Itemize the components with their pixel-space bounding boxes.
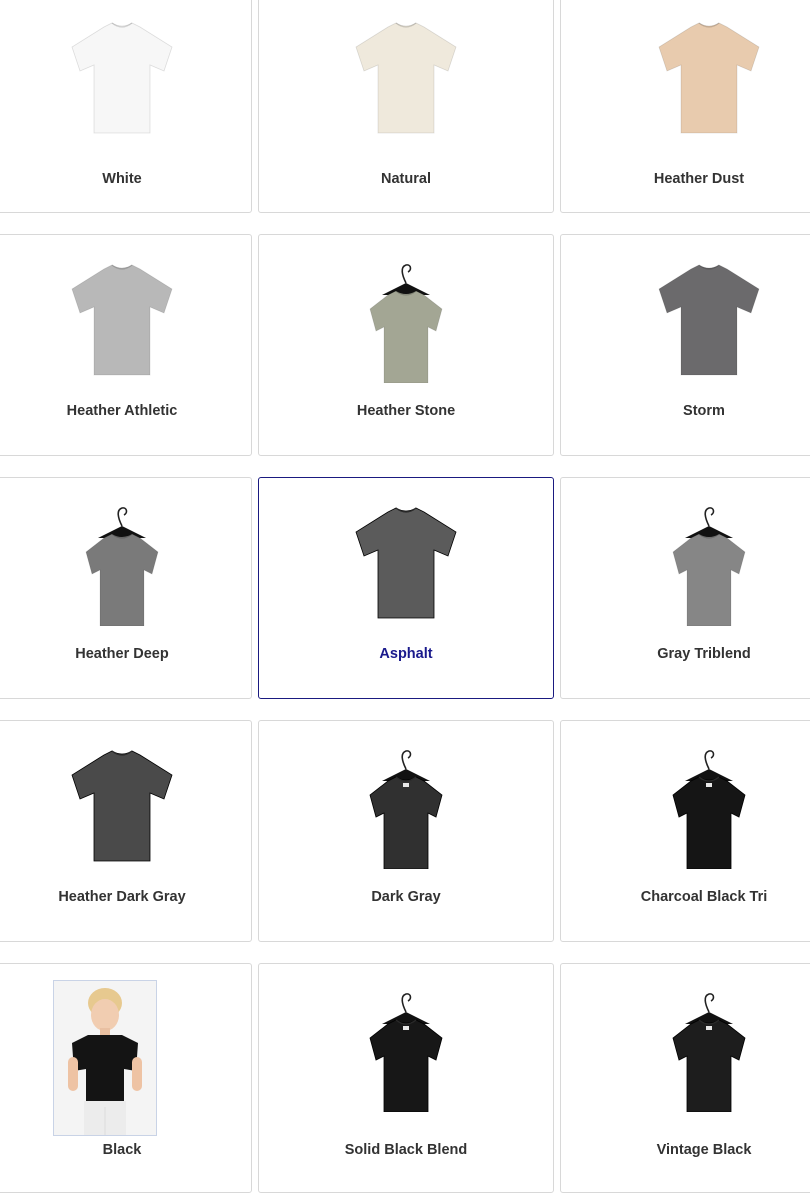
swatch-heather-dark-gray[interactable]: Heather Dark Gray [0,720,252,942]
hanger-icon [401,993,412,1013]
tshirt-storm-image [653,261,765,383]
swatch-black[interactable]: Black [0,963,252,1193]
tshirt-icon [369,993,443,1112]
tshirt-icon [672,993,746,1112]
tshirt-body [658,264,760,376]
swatch-label: Solid Black Blend [344,1142,468,1158]
swatch-vintage-black[interactable]: Vintage Black [560,963,810,1193]
hanger-icon [401,750,412,770]
swatch-label: White [102,171,142,187]
tshirt-icon [71,264,173,376]
tshirt-natural-image [350,19,462,141]
tshirt-heather-dust-image [653,19,765,141]
swatch-label: Black [102,1142,142,1158]
tshirt-gray-triblend-image [653,504,765,626]
tshirt-body [71,264,173,376]
tshirt-body [71,750,173,862]
swatch-charcoal-black-tri[interactable]: Charcoal Black Tri [560,720,810,942]
swatch-heather-dust[interactable]: Heather Dust [560,0,810,213]
hanger-bar [685,526,733,538]
tshirt-body [369,1019,443,1112]
child-photo-icon [54,981,156,1135]
tshirt-icon [71,750,173,862]
tshirt-heather-deep-image [66,504,178,626]
swatch-label: Heather Deep [75,646,169,662]
swatch-heather-stone[interactable]: Heather Stone [258,234,554,456]
tshirt-tag [706,1026,712,1030]
hanger-icon [117,507,128,527]
tshirt-heather-dark-gray-image [66,747,178,869]
swatch-label: Asphalt [379,646,433,662]
swatch-solid-black-blend[interactable]: Solid Black Blend [258,963,554,1193]
tshirt-body [355,22,457,134]
tshirt-icon [355,22,457,134]
hanger-bar [685,769,733,781]
tshirt-body [369,776,443,869]
swatch-label: Heather Stone [356,403,456,419]
tshirt-body [85,533,159,626]
child-model-photo [53,980,157,1136]
tshirt-icon [355,507,457,619]
tshirt-body [672,776,746,869]
swatch-heather-athletic[interactable]: Heather Athletic [0,234,252,456]
swatch-label: Heather Dust [653,171,745,187]
swatch-label: Heather Dark Gray [58,889,186,905]
tshirt-vintage-black-image [653,990,765,1112]
tshirt-icon [85,507,159,626]
hanger-icon [401,264,412,284]
tshirt-icon [658,264,760,376]
tshirt-solid-black-blend-image [350,990,462,1112]
color-swatch-grid: White Natural Heather Dust Heather Athle… [0,0,810,1193]
tshirt-icon [672,750,746,869]
hanger-bar [98,526,146,538]
tshirt-body [71,22,173,134]
swatch-storm[interactable]: Storm [560,234,810,456]
tshirt-dark-gray-image [350,747,462,869]
tshirt-icon [369,264,443,383]
swatch-label: Natural [381,171,431,187]
tshirt-tag [403,783,409,787]
tshirt-icon [658,22,760,134]
tshirt-heather-athletic-image [66,261,178,383]
swatch-white[interactable]: White [0,0,252,213]
swatch-dark-gray[interactable]: Dark Gray [258,720,554,942]
tshirt-tag [403,1026,409,1030]
tshirt-white-image [66,19,178,141]
hanger-bar [685,1012,733,1024]
tshirt-icon [672,507,746,626]
swatch-gray-triblend[interactable]: Gray Triblend [560,477,810,699]
hanger-bar [382,1012,430,1024]
tshirt-icon [71,22,173,134]
swatch-asphalt[interactable]: Asphalt [258,477,554,699]
tshirt-tag [706,783,712,787]
swatch-label: Charcoal Black Tri [640,889,768,905]
tshirt-asphalt-image [350,504,462,626]
hanger-icon [704,507,715,527]
hanger-icon [704,750,715,770]
tshirt-charcoal-black-tri-image [653,747,765,869]
swatch-label: Dark Gray [371,889,441,905]
tshirt-body [658,22,760,134]
tshirt-icon [369,750,443,869]
swatch-label: Gray Triblend [657,646,751,662]
tshirt-body [672,1019,746,1112]
swatch-natural[interactable]: Natural [258,0,554,213]
tshirt-body [672,533,746,626]
swatch-heather-deep[interactable]: Heather Deep [0,477,252,699]
tshirt-body [369,290,443,383]
hanger-bar [382,283,430,295]
swatch-label: Heather Athletic [66,403,178,419]
tshirt-heather-stone-image [350,261,462,383]
tshirt-body [355,507,457,619]
hanger-icon [704,993,715,1013]
swatch-label: Vintage Black [656,1142,752,1158]
swatch-label: Storm [683,403,725,419]
hanger-bar [382,769,430,781]
